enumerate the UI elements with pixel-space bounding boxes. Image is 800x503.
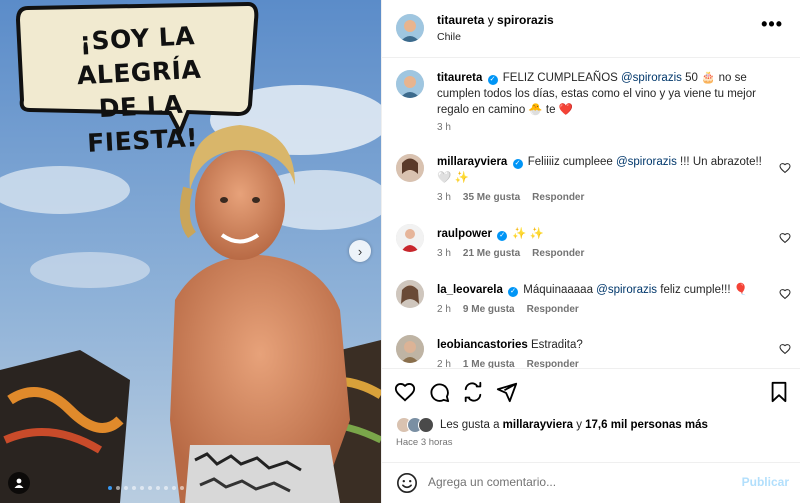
carousel-dot xyxy=(108,486,112,490)
likes-prefix: Les gusta a xyxy=(440,419,503,431)
comment-text: millarayviera ✓ Feliiiiz cumpleee @spiro… xyxy=(437,154,767,186)
liker-avatars[interactable] xyxy=(396,417,434,433)
likes-count[interactable]: 17,6 mil personas más xyxy=(585,419,708,431)
comment-username[interactable]: leobiancastories xyxy=(437,339,528,351)
caption-meta: 3 h xyxy=(437,122,451,133)
comment-meta: 3 h 35 Me gusta Responder xyxy=(437,192,584,203)
publish-button[interactable]: Publicar xyxy=(742,475,789,489)
post-header: titaureta y spirorazis Chile ••• xyxy=(382,0,800,58)
carousel-dot xyxy=(148,486,152,490)
author-avatar[interactable] xyxy=(396,14,424,42)
mention-link[interactable]: @spirorazis xyxy=(616,156,677,168)
carousel-dots xyxy=(108,486,184,490)
post-actions: Les gusta a millarayviera y 17,6 mil per… xyxy=(382,368,800,468)
comment-body: Feliiiiz cumpleee xyxy=(527,156,616,168)
bookmark-icon[interactable] xyxy=(768,381,790,403)
commenter-avatar[interactable] xyxy=(396,154,424,182)
carousel-dot xyxy=(116,486,120,490)
post-side-panel: titaureta y spirorazis Chile ••• titaure… xyxy=(381,0,800,503)
liker-username[interactable]: millarayviera xyxy=(503,419,573,431)
post-authors: titaureta y spirorazis xyxy=(437,13,554,27)
comment-text: la_leovarela ✓ Máquinaaaaa @spirorazis f… xyxy=(437,282,767,298)
likes-mid: y xyxy=(573,419,586,431)
carousel-dot xyxy=(164,486,168,490)
caption-text: titaureta ✓ FELIZ CUMPLEAÑOS @spirorazis… xyxy=(437,70,767,118)
caption-avatar[interactable] xyxy=(396,70,424,98)
post-timestamp[interactable]: Hace 3 horas xyxy=(396,437,453,448)
author-username[interactable]: titaureta xyxy=(437,13,484,27)
post-location[interactable]: Chile xyxy=(437,31,461,43)
comment-body: Estradita? xyxy=(530,339,583,351)
comment-icon[interactable] xyxy=(428,381,450,403)
post-media[interactable]: ¡SOY LA ALEGRÍA DE LA FIESTA! › xyxy=(0,0,381,503)
comment-like-heart-icon[interactable] xyxy=(779,343,791,355)
add-comment-bar: Agrega un comentario... Publicar xyxy=(382,462,800,503)
reply-button[interactable]: Responder xyxy=(532,192,584,203)
heart-icon[interactable] xyxy=(394,381,416,403)
comment-like-heart-icon[interactable] xyxy=(779,162,791,174)
carousel-dot xyxy=(156,486,160,490)
comment-time[interactable]: 2 h xyxy=(437,304,451,315)
tagged-users-button[interactable] xyxy=(8,472,30,494)
comment-meta: 2 h 9 Me gusta Responder xyxy=(437,304,579,315)
comment-like-heart-icon[interactable] xyxy=(779,232,791,244)
send-icon[interactable] xyxy=(496,381,518,403)
comment-likes[interactable]: 9 Me gusta xyxy=(463,304,515,315)
verified-badge-icon: ✓ xyxy=(508,287,519,297)
comment-username[interactable]: millarayviera xyxy=(437,156,507,168)
carousel-dot xyxy=(172,486,176,490)
comment-time[interactable]: 3 h xyxy=(437,192,451,203)
carousel-dot xyxy=(140,486,144,490)
likes-summary: Les gusta a millarayviera y 17,6 mil per… xyxy=(440,419,708,431)
mention-link[interactable]: @spirorazis xyxy=(621,72,682,84)
comment-likes[interactable]: 35 Me gusta xyxy=(463,192,520,203)
comment-likes[interactable]: 21 Me gusta xyxy=(463,248,520,259)
comment-username[interactable]: la_leovarela xyxy=(437,284,503,296)
emoji-icon[interactable] xyxy=(396,472,418,494)
comment-body: Máquinaaaaa xyxy=(523,284,597,296)
commenter-avatar[interactable] xyxy=(396,224,424,252)
reply-button[interactable]: Responder xyxy=(527,304,579,315)
speech-bubble-text: ¡SOY LA ALEGRÍA DE LA FIESTA! xyxy=(76,21,202,158)
carousel-dot xyxy=(124,486,128,490)
mention-link[interactable]: @spirorazis xyxy=(596,284,657,296)
coauthor-username[interactable]: spirorazis xyxy=(497,13,554,27)
commenter-avatar[interactable] xyxy=(396,280,424,308)
caption-body: FELIZ CUMPLEAÑOS xyxy=(502,72,621,84)
comment-meta: 3 h 21 Me gusta Responder xyxy=(437,248,584,259)
carousel-dot xyxy=(132,486,136,490)
liker-avatar xyxy=(418,417,434,433)
comment-body: ✨ ✨ xyxy=(512,228,545,240)
comment-like-heart-icon[interactable] xyxy=(779,288,791,300)
carousel-dot xyxy=(180,486,184,490)
comment-text: leobiancastories Estradita? xyxy=(437,337,767,353)
caption-time[interactable]: 3 h xyxy=(437,122,451,133)
authors-joiner: y xyxy=(487,13,494,27)
carousel-next-button[interactable]: › xyxy=(349,240,371,262)
comment-text: raulpower ✓ ✨ ✨ xyxy=(437,226,767,242)
caption-username[interactable]: titaureta xyxy=(437,72,482,84)
comment-input[interactable]: Agrega un comentario... xyxy=(428,475,556,489)
verified-badge-icon: ✓ xyxy=(497,231,508,241)
verified-badge-icon: ✓ xyxy=(512,159,523,169)
chevron-right-icon: › xyxy=(357,243,363,259)
verified-badge-icon: ✓ xyxy=(487,75,498,85)
commenter-avatar[interactable] xyxy=(396,335,424,363)
more-options-button[interactable]: ••• xyxy=(761,14,783,35)
share-icon[interactable] xyxy=(462,381,484,403)
comment-body-end: feliz cumple!!! 🎈 xyxy=(657,284,749,296)
user-icon xyxy=(14,478,24,488)
comment-time[interactable]: 3 h xyxy=(437,248,451,259)
comment-username[interactable]: raulpower xyxy=(437,228,492,240)
more-horizontal-icon: ••• xyxy=(761,14,783,34)
reply-button[interactable]: Responder xyxy=(532,248,584,259)
